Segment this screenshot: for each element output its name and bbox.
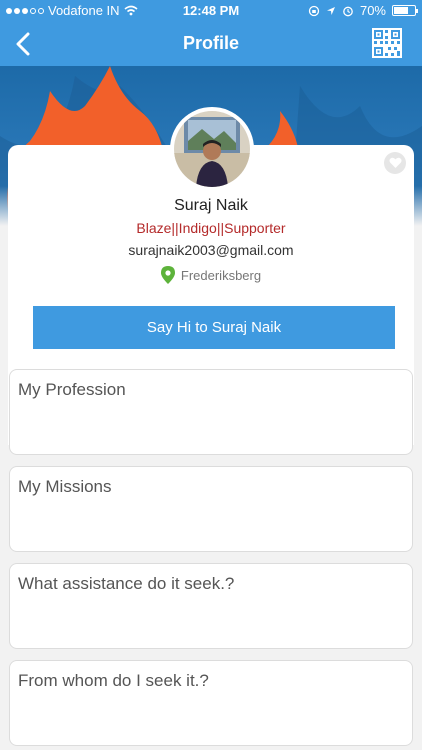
status-right: 70%: [308, 3, 418, 18]
location-text: Frederiksberg: [180, 267, 262, 283]
profile-email: surajnaik2003@gmail.com: [128, 242, 294, 258]
status-bar: Vodafone IN 12:48 PM 70%: [0, 0, 422, 22]
page-title: Profile: [182, 33, 239, 53]
section-label: My Missions: [18, 477, 112, 496]
battery-icon: [392, 5, 418, 16]
location-pin-icon: [160, 266, 175, 284]
favorite-button[interactable]: [384, 152, 406, 174]
section-assistance-sought[interactable]: What assistance do it seek.?: [9, 563, 413, 649]
section-label: My Profession: [18, 380, 126, 399]
avatar[interactable]: [170, 107, 254, 191]
avatar-photo: [174, 111, 250, 187]
alarm-icon: [343, 6, 353, 16]
location-arrow-icon: [326, 6, 335, 15]
section-label: What assistance do it seek.?: [18, 574, 235, 593]
section-my-profession[interactable]: My Profession: [9, 369, 413, 455]
profile-name: Suraj Naik: [174, 197, 248, 214]
orientation-lock-icon: [308, 5, 320, 16]
qr-code-button[interactable]: [372, 28, 402, 58]
section-my-missions[interactable]: My Missions: [9, 466, 413, 552]
profile-tags: Blaze||Indigo||Supporter: [136, 220, 286, 236]
heart-icon: [388, 157, 402, 168]
profile-location: Frederiksberg: [0, 266, 422, 284]
qr-code-icon: [372, 28, 402, 58]
section-label: From whom do I seek it.?: [18, 671, 209, 690]
say-hi-button[interactable]: Say Hi to Suraj Naik: [33, 306, 395, 349]
nav-bar: Profile: [0, 22, 422, 66]
battery-percent: 70%: [359, 3, 386, 18]
section-seek-from-whom[interactable]: From whom do I seek it.?: [9, 660, 413, 746]
